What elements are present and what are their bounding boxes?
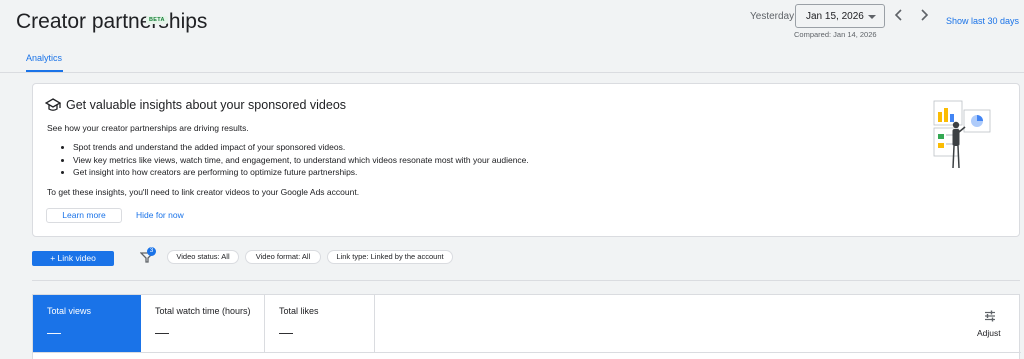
tab-divider	[0, 72, 1024, 73]
link-video-label: Link video	[57, 253, 96, 263]
compared-date: Compared: Jan 14, 2026	[794, 30, 877, 39]
promo-bullet: Get insight into how creators are perfor…	[73, 166, 529, 179]
insights-promo-card: Get valuable insights about your sponsor…	[32, 83, 1020, 237]
hide-for-now-button[interactable]: Hide for now	[136, 210, 184, 220]
promo-footer-text: To get these insights, you'll need to li…	[47, 187, 360, 197]
metric-label: Total likes	[279, 306, 319, 316]
page-title: Creator partnerships	[16, 10, 208, 33]
metric-label: Total views	[47, 306, 92, 316]
chevron-left-icon[interactable]	[892, 8, 906, 22]
promo-bullet: View key metrics like views, watch time,…	[73, 154, 529, 167]
metric-total-views[interactable]: Total views —	[33, 295, 141, 352]
chip-video-status[interactable]: Video status: All	[167, 250, 239, 264]
date-range-select[interactable]: Jan 15, 2026	[795, 4, 885, 28]
tune-icon[interactable]	[984, 310, 996, 322]
chip-link-type[interactable]: Link type: Linked by the account	[327, 250, 453, 264]
dropdown-caret-icon	[868, 15, 876, 19]
adjust-button[interactable]: Adjust	[977, 328, 1001, 338]
metric-label: Total watch time (hours)	[155, 306, 251, 316]
link-video-button[interactable]: + Link video	[32, 251, 114, 266]
top-bar: Creator partnerships BETA Yesterday Jan …	[0, 0, 1024, 74]
metric-total-likes[interactable]: Total likes —	[265, 295, 375, 352]
promo-title: Get valuable insights about your sponsor…	[66, 98, 347, 112]
show-last-30-days-link[interactable]: Show last 30 days	[946, 16, 1019, 26]
metric-value: —	[155, 324, 169, 340]
graduation-cap-icon	[45, 98, 61, 111]
learn-more-button[interactable]: Learn more	[46, 208, 122, 223]
chevron-right-icon[interactable]	[917, 8, 931, 22]
chip-video-format[interactable]: Video format: All	[245, 250, 321, 264]
promo-bullet-list: Spot trends and understand the added imp…	[73, 141, 529, 179]
section-divider	[32, 280, 1020, 281]
metric-value: —	[47, 324, 61, 340]
metric-total-watch-time[interactable]: Total watch time (hours) —	[141, 295, 265, 352]
beta-badge: BETA	[146, 16, 168, 24]
filter-count-badge: 3	[147, 247, 156, 256]
tab-analytics[interactable]: Analytics	[26, 53, 62, 63]
date-range-label: Yesterday	[750, 11, 795, 22]
promo-bullet: Spot trends and understand the added imp…	[73, 141, 529, 154]
metrics-panel: Total views — Total watch time (hours) —…	[32, 294, 1021, 359]
promo-intro: See how your creator partnerships are dr…	[47, 123, 249, 133]
date-range-value: Jan 15, 2026	[806, 11, 864, 22]
metric-value: —	[279, 324, 293, 340]
metrics-divider	[33, 352, 1021, 353]
analytics-illustration	[933, 100, 991, 169]
